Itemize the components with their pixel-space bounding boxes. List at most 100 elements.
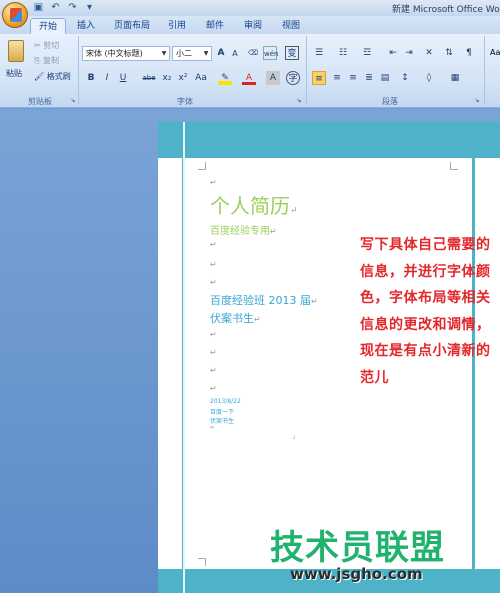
tab-insert[interactable]: 插入 [72,18,100,34]
margin-corner-mark [450,162,458,170]
name-line-text: 伏案书生 [210,312,254,325]
font-color-button[interactable]: A [242,71,256,85]
bullets-icon[interactable]: ☰ [312,46,326,60]
borders-icon[interactable]: ▦ [448,71,462,85]
ribbon: 粘贴 ✂ 剪切 ⎘ 复制 🖌 格式刷 剪贴板 ↘ 宋体 (中文标题) ▼ 小二 … [0,34,500,108]
align-center-icon[interactable]: ≡ [330,71,344,85]
distribute-icon[interactable]: ▤ [378,71,392,85]
font-size-value: 小二 [176,49,192,58]
title-bar: ▣ ↶ ↷ ▾ 新建 Microsoft Office Wo [0,0,500,16]
resume-subtitle[interactable]: 百度经验专用↵ [210,222,277,237]
resume-subtitle-text: 百度经验专用 [210,226,270,237]
resume-title-text: 个人简历 [210,194,290,218]
cut-button[interactable]: ✂ 剪切 [34,40,59,51]
paragraph-group-label: 段落 [382,97,398,106]
paragraph-mark: ↵ [210,260,217,269]
align-left-icon[interactable]: ≡ [312,71,326,85]
format-painter-button[interactable]: 🖌 格式刷 [34,71,71,82]
increase-indent-icon[interactable]: ⇥ [402,46,416,60]
copy-button[interactable]: ⎘ 复制 [34,55,59,66]
header-color-band [158,122,500,158]
left-accent-shadow [183,122,185,593]
strikethrough-button[interactable]: abe [142,71,156,85]
tab-page-layout[interactable]: 页面布局 [110,18,154,34]
paragraph-mark: ↵ [210,348,217,357]
save-icon[interactable]: ▣ [32,1,45,14]
line-spacing-icon[interactable]: ↕ [398,71,412,85]
shrink-font-icon[interactable]: A [228,47,242,61]
paragraph-mark: ↵ [210,240,217,249]
name-line[interactable]: 伏案书生↵ [210,310,261,326]
margin-corner-mark [198,162,206,170]
paragraph-launcher-icon[interactable]: ↘ [470,94,484,108]
font-size-select[interactable]: 小二 ▼ [172,46,212,61]
tab-review[interactable]: 审阅 [240,18,266,34]
paragraph-mark: ↵ [210,278,217,287]
paragraph-mark: ↵ [210,424,216,431]
change-case-button[interactable]: Aa [194,71,208,85]
shading-icon[interactable]: ◊ [422,71,436,85]
instruction-annotation: 写下具体自己需要的信息，并进行字体颜色，字体布局等相关信息的更改和调情，现在是有… [360,237,491,386]
multilevel-list-icon[interactable]: ☲ [360,46,374,60]
sort-icon[interactable]: ⇅ [442,46,456,60]
paragraph-mark: ↵ [210,366,217,375]
paste-button[interactable]: 粘贴 [6,68,22,79]
date-line[interactable]: 2013/8/22 [210,398,241,405]
end-mark: ˩ [292,434,295,441]
char-border-icon[interactable]: 变 [285,46,299,60]
clipboard-group-label: 剪贴板 [28,97,52,106]
bold-button[interactable]: B [84,71,98,85]
format-painter-label: 格式刷 [46,72,71,81]
class-line-text: 百度经验班 2013 届 [210,294,311,307]
tab-home[interactable]: 开始 [30,18,66,34]
tab-references[interactable]: 引用 [164,18,190,34]
decrease-indent-icon[interactable]: ⇤ [386,46,400,60]
customize-qat-icon[interactable]: ▾ [83,1,96,14]
chinese-layout-icon[interactable]: ✕ [422,46,436,60]
enclose-char-button[interactable]: 字 [286,71,300,85]
chevron-down-icon: ▼ [161,50,167,57]
window-title: 新建 Microsoft Office Wo [392,5,500,15]
paragraph-mark: ↵ [210,178,217,187]
margin-corner-mark [198,558,206,566]
subscript-button[interactable]: x₂ [160,71,174,85]
font-name-select[interactable]: 宋体 (中文标题) ▼ [82,46,170,61]
paragraph-mark: ↵ [210,330,217,339]
watermark-url: www.jsgho.com [290,565,423,583]
clear-format-icon[interactable]: ⌫ [246,46,260,60]
font-name-value: 宋体 (中文标题) [86,49,143,58]
paragraph-mark: ↵ [290,206,298,216]
grow-font-icon[interactable]: A [214,46,228,60]
group-separator [306,36,307,104]
redo-icon[interactable]: ↷ [66,1,79,14]
chevron-down-icon: ▼ [203,50,209,57]
justify-icon[interactable]: ≣ [362,71,376,85]
underline-button[interactable]: U [116,71,130,85]
highlight-icon[interactable]: ✎ [218,71,232,85]
resume-title[interactable]: 个人简历↵ [210,190,298,219]
paragraph-mark: ↵ [254,315,261,324]
font-launcher-icon[interactable]: ↘ [292,94,306,108]
class-line[interactable]: 百度经验班 2013 届↵ [210,292,318,308]
tab-mailings[interactable]: 邮件 [202,18,228,34]
superscript-button[interactable]: x² [176,71,190,85]
char-shading-button[interactable]: A [266,71,280,85]
italic-button[interactable]: I [100,71,114,85]
group-separator [484,36,485,104]
numbering-icon[interactable]: ☷ [336,46,350,60]
ribbon-tabs: 开始 插入 页面布局 引用 邮件 审阅 视图 [0,16,500,34]
copy-label: 复制 [42,56,59,65]
small-line-1[interactable]: 百度一下 [210,407,234,416]
quick-access-toolbar: ▣ ↶ ↷ ▾ [32,1,96,14]
undo-icon[interactable]: ↶ [49,1,62,14]
paste-icon[interactable] [8,40,24,62]
watermark-logo: 技术员联盟 [270,528,445,568]
office-button[interactable] [2,2,28,28]
show-marks-icon[interactable]: ¶ [462,46,476,60]
align-right-icon[interactable]: ≡ [346,71,360,85]
paragraph-mark: ↵ [311,297,318,306]
tab-view[interactable]: 视图 [278,18,304,34]
cut-label: 剪切 [43,41,60,50]
phonetic-guide-icon[interactable]: wén [263,46,278,60]
style-preview[interactable]: Aa [490,48,500,57]
